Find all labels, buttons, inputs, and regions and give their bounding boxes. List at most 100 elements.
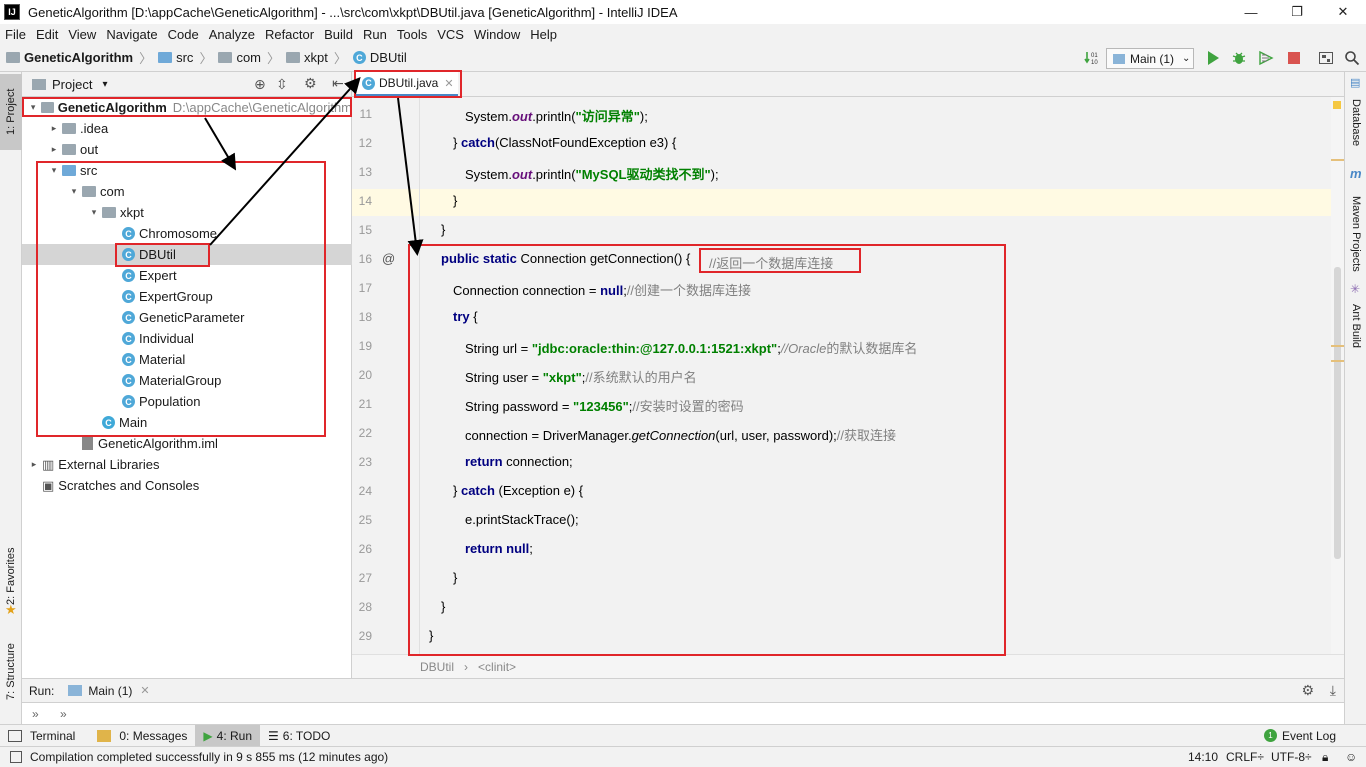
code-line[interactable]: }: [453, 193, 457, 208]
menu-help[interactable]: Help: [525, 27, 562, 42]
expand-toolbar-icon[interactable]: »: [32, 707, 39, 721]
tool-tab-project[interactable]: 1: Project: [0, 74, 22, 150]
menu-code[interactable]: Code: [163, 27, 204, 42]
tool-windows-icon[interactable]: [10, 751, 22, 763]
project-view-select[interactable]: Project: [52, 77, 92, 92]
build-icon[interactable]: 0110: [1084, 50, 1100, 66]
breadcrumb-class[interactable]: DBUtil: [420, 660, 454, 674]
code-line[interactable]: } catch(ClassNotFoundException e3) {: [453, 135, 676, 150]
menu-run[interactable]: Run: [358, 27, 392, 42]
line-number[interactable]: 22: [352, 426, 372, 440]
editor-scrollbar[interactable]: [1331, 97, 1344, 654]
warning-marker[interactable]: [1331, 159, 1344, 161]
project-structure-icon[interactable]: [1318, 50, 1334, 66]
tree-item-external-libraries[interactable]: ▸ ▥ External Libraries: [22, 454, 352, 475]
menu-view[interactable]: View: [63, 27, 101, 42]
lock-icon[interactable]: 🔒︎: [1322, 750, 1328, 765]
expand-toolbar-icon[interactable]: »: [60, 707, 67, 721]
status-message[interactable]: Compilation completed successfully in 9 …: [30, 750, 388, 764]
tab-run[interactable]: ▶ 4: Run: [195, 724, 260, 747]
menu-window[interactable]: Window: [469, 27, 525, 42]
line-number[interactable]: 21: [352, 397, 372, 411]
menu-navigate[interactable]: Navigate: [101, 27, 162, 42]
breadcrumb-dbutil[interactable]: C DBUtil: [352, 50, 407, 65]
minimize-button[interactable]: —: [1228, 0, 1274, 24]
tool-tab-structure[interactable]: 7: Structure: [0, 632, 22, 712]
warning-marker[interactable]: [1331, 345, 1344, 347]
line-number[interactable]: 23: [352, 455, 372, 469]
collapse-all-icon[interactable]: ⇳: [276, 76, 288, 93]
navigation-bar: GeneticAlgorithm 〉 src 〉 com 〉 xkpt 〉 C DBUt…: [0, 44, 1366, 72]
locate-icon[interactable]: ⊕: [254, 76, 266, 93]
line-number[interactable]: 16: [352, 252, 372, 266]
tool-tab-maven[interactable]: Maven Projects: [1345, 184, 1366, 284]
scrollbar-thumb[interactable]: [1334, 267, 1341, 559]
line-number[interactable]: 19: [352, 339, 372, 353]
hide-panel-icon[interactable]: ⤓: [1330, 682, 1336, 699]
caret-position[interactable]: 14:10: [1188, 750, 1218, 764]
run-tab-main[interactable]: Main (1): [88, 684, 132, 698]
close-button[interactable]: ✕: [1320, 0, 1366, 24]
line-number[interactable]: 18: [352, 310, 372, 324]
line-number[interactable]: 11: [352, 107, 372, 121]
tab-messages[interactable]: 0: Messages: [111, 725, 195, 747]
search-everywhere-icon[interactable]: [1344, 50, 1360, 66]
close-tab-icon[interactable]: ✕: [140, 684, 149, 697]
menu-tools[interactable]: Tools: [392, 27, 432, 42]
line-number[interactable]: 13: [352, 165, 372, 179]
breadcrumb-com[interactable]: com 〉: [218, 48, 280, 67]
line-number[interactable]: 26: [352, 542, 372, 556]
tree-item-scratches-and-consoles[interactable]: ▣ Scratches and Consoles: [22, 475, 352, 496]
line-number[interactable]: 28: [352, 600, 372, 614]
coverage-icon[interactable]: [1258, 50, 1274, 66]
line-number[interactable]: 14: [352, 194, 372, 208]
menu-analyze[interactable]: Analyze: [204, 27, 260, 42]
tree-item--idea[interactable]: ▸ .idea: [22, 118, 352, 139]
menu-build[interactable]: Build: [319, 27, 358, 42]
chevron-down-icon[interactable]: ▾: [102, 79, 107, 90]
warning-marker[interactable]: [1331, 360, 1344, 362]
line-number[interactable]: 20: [352, 368, 372, 382]
chevron-right-icon[interactable]: ▸: [26, 459, 42, 470]
gear-icon[interactable]: ⚙: [1301, 682, 1314, 699]
tool-tab-ant-build[interactable]: Ant Build: [1345, 298, 1366, 354]
menu-refactor[interactable]: Refactor: [260, 27, 319, 42]
libraries-icon: ▥: [42, 456, 55, 472]
tab-todo[interactable]: ☰ 6: TODO: [260, 725, 338, 747]
tool-tab-database[interactable]: Database: [1345, 90, 1366, 156]
code-line[interactable]: System.out.println("MySQL驱动类找不到");: [465, 164, 719, 183]
line-number[interactable]: 15: [352, 223, 372, 237]
line-number[interactable]: 24: [352, 484, 372, 498]
tree-item-out[interactable]: ▸ out: [22, 139, 352, 160]
line-number[interactable]: 25: [352, 513, 372, 527]
override-marker-icon[interactable]: @: [382, 251, 395, 266]
chevron-right-icon[interactable]: ▸: [46, 123, 62, 134]
debug-icon[interactable]: [1231, 50, 1247, 66]
tab-terminal[interactable]: Terminal: [22, 725, 83, 747]
breadcrumb-project[interactable]: GeneticAlgorithm 〉: [6, 48, 152, 67]
inspection-status-icon[interactable]: [1333, 101, 1341, 109]
hide-panel-icon[interactable]: ⇤: [332, 75, 344, 92]
menu-vcs[interactable]: VCS: [432, 27, 469, 42]
code-line[interactable]: System.out.println("访问异常");: [465, 106, 648, 125]
breadcrumb-member[interactable]: <clinit>: [478, 660, 516, 674]
line-number[interactable]: 12: [352, 136, 372, 150]
run-icon[interactable]: [1205, 50, 1221, 66]
gear-icon[interactable]: ⚙: [304, 75, 317, 92]
hector-icon[interactable]: ☺: [1345, 750, 1357, 764]
breadcrumb-xkpt[interactable]: xkpt 〉: [286, 48, 347, 67]
event-log-button[interactable]: 1 Event Log: [1263, 729, 1336, 743]
chevron-right-icon[interactable]: ▸: [46, 144, 62, 155]
stop-icon[interactable]: [1286, 50, 1302, 66]
code-line[interactable]: }: [441, 222, 445, 237]
line-separator[interactable]: CRLF÷: [1226, 750, 1264, 764]
menu-edit[interactable]: Edit: [31, 27, 63, 42]
line-number[interactable]: 27: [352, 571, 372, 585]
run-configuration-select[interactable]: Main (1) ⌄: [1106, 48, 1194, 69]
maximize-button[interactable]: ❐: [1274, 0, 1320, 24]
file-encoding[interactable]: UTF-8÷: [1271, 750, 1312, 764]
breadcrumb-src[interactable]: src 〉: [158, 48, 212, 67]
menu-file[interactable]: File: [0, 27, 31, 42]
line-number[interactable]: 17: [352, 281, 372, 295]
line-number[interactable]: 29: [352, 629, 372, 643]
